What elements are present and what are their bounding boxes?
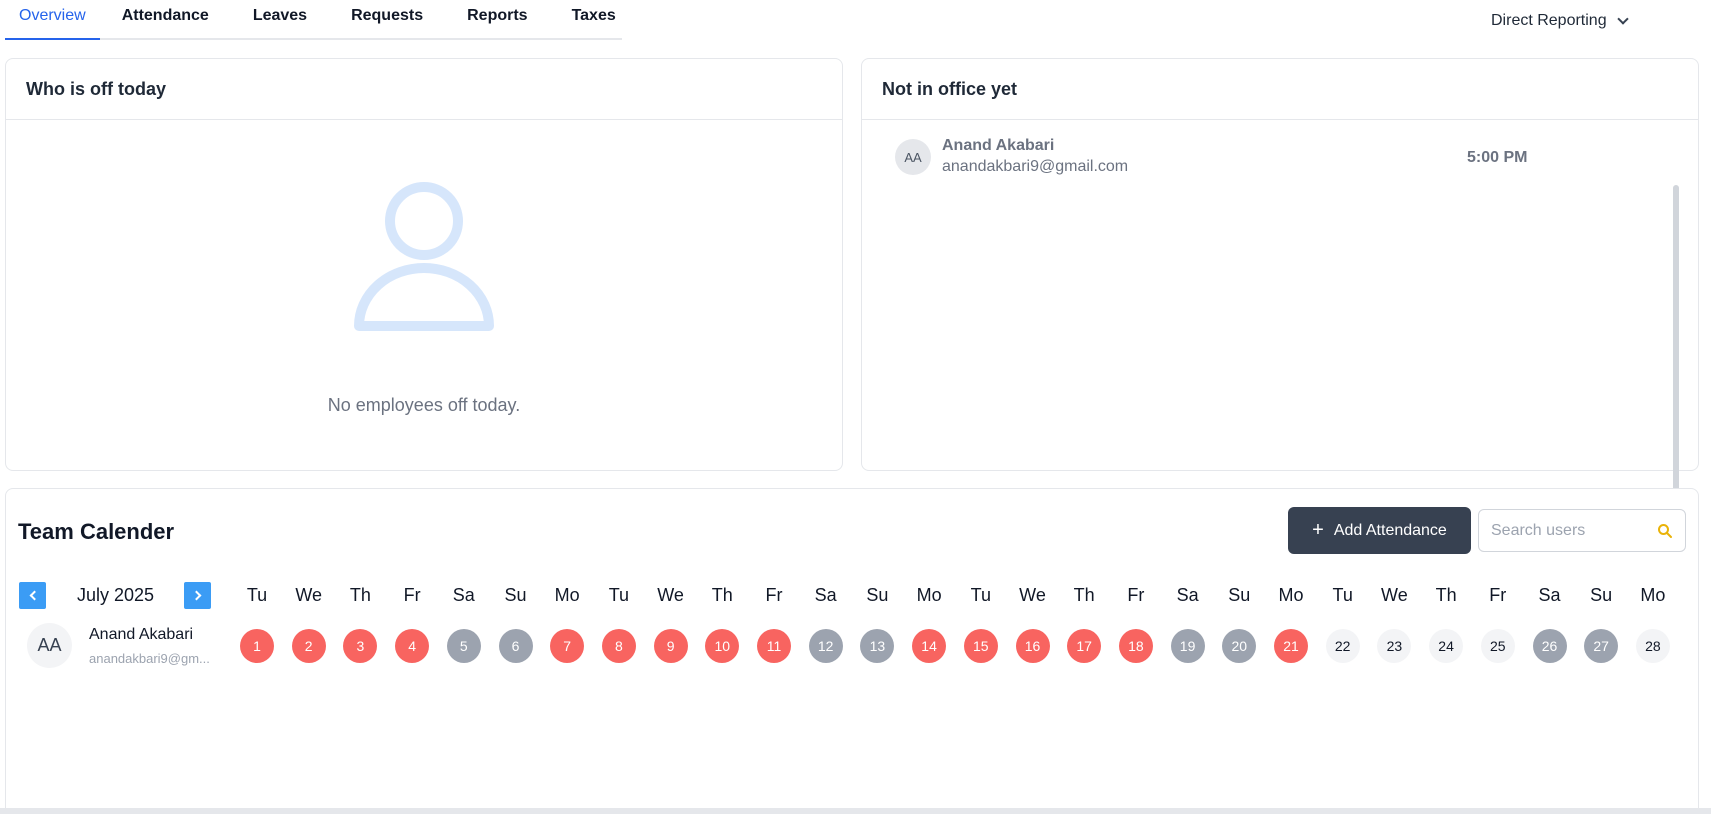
calendar-day-absent[interactable]: 9 (653, 629, 688, 663)
calendar-day-future[interactable]: 23 (1377, 629, 1412, 663)
weekday-header: Su (1590, 585, 1613, 605)
search-icon[interactable] (1657, 523, 1673, 539)
weekday-header: Sa (452, 585, 475, 605)
team-calendar-card: Team Calender + Add Attendance July 2025… (5, 488, 1699, 814)
weekday-header: Mo (1278, 585, 1304, 605)
add-attendance-button[interactable]: + Add Attendance (1288, 507, 1471, 554)
calendar-day-absent[interactable]: 1 (240, 629, 274, 663)
weekday-header: We (657, 585, 684, 605)
calendar-day-absent[interactable]: 8 (601, 629, 636, 663)
weekday-header: Su (504, 585, 527, 605)
weekday-header: Tu (1332, 585, 1353, 605)
chevron-down-icon (1616, 13, 1629, 25)
weekday-header: Th (1073, 585, 1095, 605)
calendar-day-weekend[interactable]: 5 (446, 629, 481, 663)
tab-taxes[interactable]: Taxes (550, 0, 638, 38)
calendar-day-future[interactable]: 25 (1480, 629, 1515, 663)
weekday-header: Su (1228, 585, 1251, 605)
user-outline-icon (354, 182, 494, 331)
off-today-empty-state: No employees off today. (6, 179, 842, 416)
list-item[interactable]: AA Anand Akabari anandakbari9@gmail.com … (895, 137, 1535, 183)
calendar-day-absent[interactable]: 14 (912, 629, 947, 663)
calendar-day-absent[interactable]: 17 (1067, 629, 1102, 663)
chevron-right-icon (191, 590, 201, 601)
weekday-header: Tu (608, 585, 630, 605)
calendar-day-weekend[interactable]: 6 (498, 629, 533, 663)
avatar: AA (895, 139, 931, 175)
tab-reports[interactable]: Reports (445, 0, 549, 38)
employee-name: Anand Akabari (942, 137, 1055, 154)
calendar-day-weekend[interactable]: 19 (1170, 629, 1205, 663)
calendar-day-absent[interactable]: 15 (963, 629, 998, 663)
weekday-header: Tu (970, 585, 991, 605)
calendar-day-weekend[interactable]: 26 (1532, 629, 1567, 663)
search-input[interactable] (1491, 521, 1641, 540)
calendar-day-absent[interactable]: 2 (291, 629, 326, 663)
scrollbar[interactable] (1673, 185, 1679, 499)
calendar-day-absent[interactable]: 3 (343, 629, 378, 663)
team-calendar-title: Team Calender (18, 519, 175, 544)
calendar-day-absent[interactable]: 16 (1015, 629, 1050, 663)
chevron-left-icon (29, 590, 39, 601)
weekday-header: Tu (246, 585, 268, 605)
calendar-day-weekend[interactable]: 27 (1584, 629, 1619, 663)
weekday-header: Fr (403, 585, 421, 605)
weekday-header: Fr (765, 585, 783, 605)
weekday-header: Mo (554, 585, 580, 605)
weekday-header: Th (349, 585, 371, 605)
weekday-header: Sa (1538, 585, 1561, 605)
calendar-day-absent[interactable]: 4 (395, 629, 430, 663)
tab-requests[interactable]: Requests (329, 0, 445, 38)
calendar-day-future[interactable]: 22 (1325, 629, 1360, 663)
calendar-day-absent[interactable]: 7 (550, 629, 585, 663)
off-today-card: Who is off today No employees off today. (5, 58, 843, 471)
calendar-day-weekend[interactable]: 20 (1222, 629, 1257, 663)
previous-month-button[interactable] (19, 582, 46, 609)
calendar-day-future[interactable]: 28 (1635, 629, 1670, 663)
calendar-day-weekend[interactable]: 12 (808, 629, 843, 663)
tab-leaves[interactable]: Leaves (231, 0, 329, 38)
bottom-divider (0, 808, 1711, 814)
weekday-header: Mo (916, 585, 942, 605)
weekday-header: Sa (1176, 585, 1199, 605)
tab-bar: Overview Attendance Leaves Requests Repo… (5, 0, 622, 40)
next-month-button[interactable] (184, 582, 211, 609)
employee-email: anandakbari9@gmail.com (942, 158, 1129, 175)
calendar-day-absent[interactable]: 11 (757, 629, 791, 663)
off-today-empty-text: No employees off today. (327, 395, 521, 415)
not-in-office-card: Not in office yet AA Anand Akabari anand… (861, 58, 1699, 499)
shift-time: 5:00 PM (1467, 149, 1528, 166)
page: Overview Attendance Leaves Requests Repo… (0, 0, 1711, 814)
tab-overview[interactable]: Overview (5, 0, 100, 40)
weekday-header: Th (711, 585, 733, 605)
reporting-filter-label: Direct Reporting (1491, 12, 1607, 29)
calendar-day-weekend[interactable]: 13 (860, 629, 895, 663)
weekday-header: Sa (814, 585, 837, 605)
weekday-header: We (1381, 585, 1408, 605)
calendar-user-name: Anand Akabari (89, 626, 194, 643)
calendar-day-absent[interactable]: 21 (1274, 629, 1308, 663)
calendar-user-email: anandakbari9@gm... (89, 651, 210, 666)
plus-icon: + (1312, 518, 1324, 541)
search-users-field (1478, 509, 1686, 552)
weekday-header: Fr (1127, 585, 1145, 605)
weekday-header: Mo (1640, 585, 1666, 605)
weekday-header: We (1019, 585, 1046, 605)
calendar-day-absent[interactable]: 10 (705, 629, 740, 663)
calendar-day-absent[interactable]: 18 (1118, 629, 1153, 663)
off-today-title: Who is off today (6, 59, 842, 120)
calendar-day-future[interactable]: 24 (1429, 629, 1464, 663)
avatar: AA (27, 623, 72, 668)
current-month: July 2025 (77, 585, 155, 605)
weekday-header: Su (866, 585, 889, 605)
reporting-filter-dropdown[interactable]: Direct Reporting (1491, 12, 1629, 30)
weekday-header: Fr (1489, 585, 1507, 605)
not-in-office-title: Not in office yet (862, 59, 1698, 120)
weekday-header: We (295, 585, 323, 605)
add-attendance-label: Add Attendance (1333, 521, 1447, 539)
weekday-header: Th (1435, 585, 1457, 605)
tab-attendance[interactable]: Attendance (100, 0, 231, 38)
